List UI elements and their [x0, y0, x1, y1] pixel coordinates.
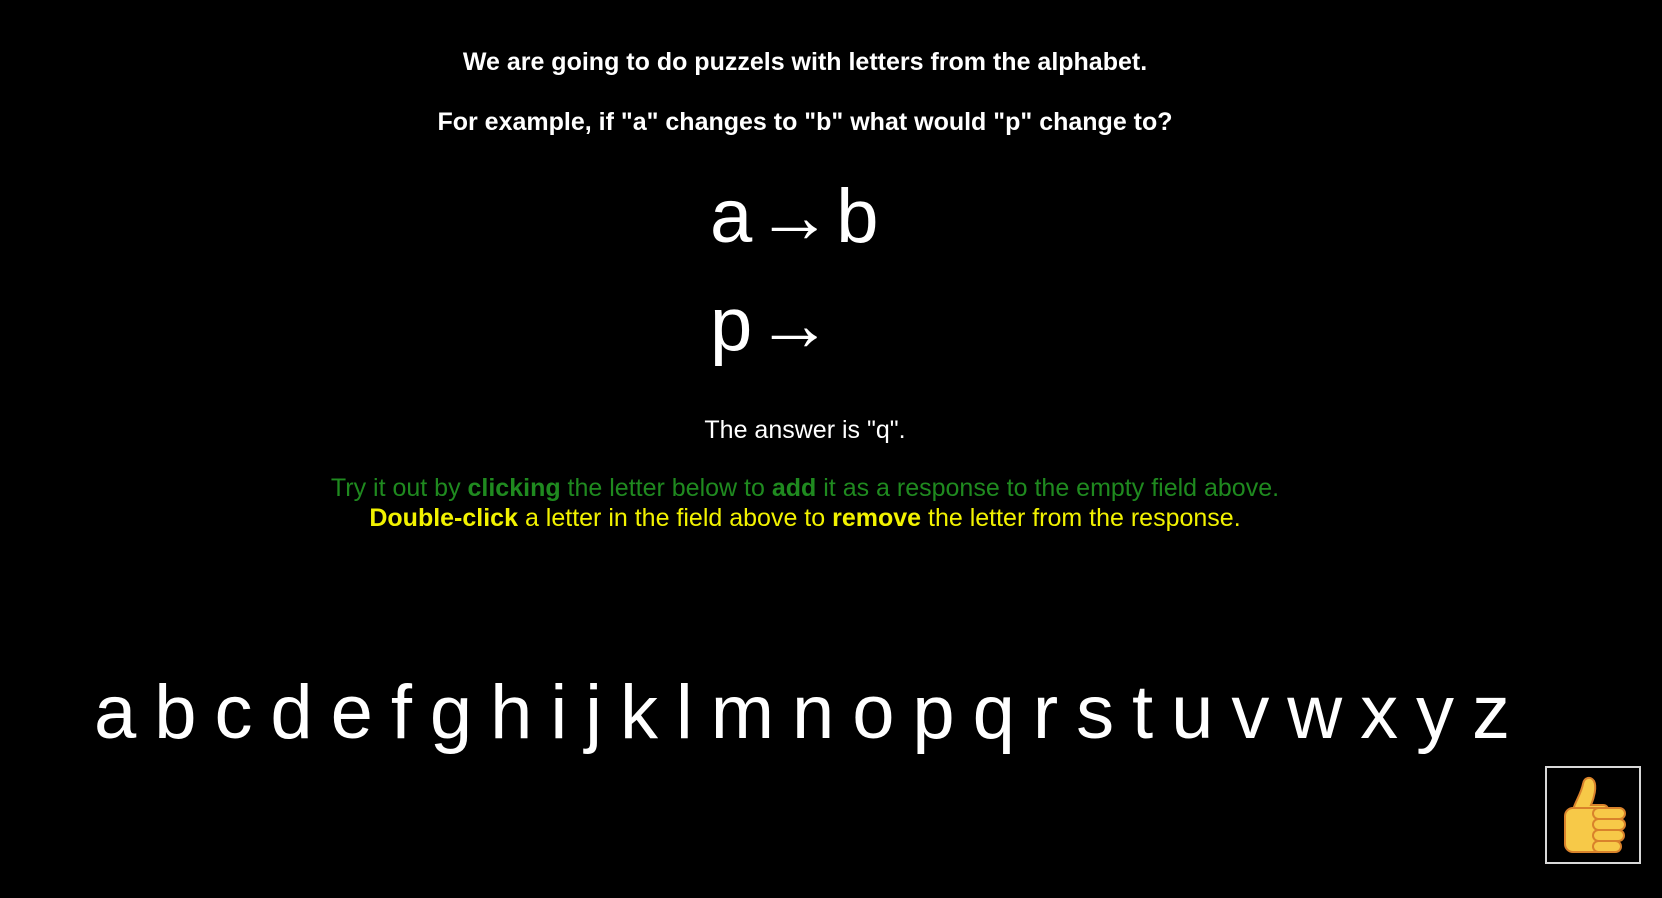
hint-add-text: Try it out by [330, 474, 468, 502]
example-row: a→b [710, 179, 879, 255]
hint-remove: Double-click a letter in the field above… [0, 504, 1610, 533]
letter-option-k[interactable]: k [618, 675, 660, 751]
letter-option-v[interactable]: v [1229, 675, 1271, 751]
example-source-letter: a [710, 174, 753, 259]
letter-option-o[interactable]: o [850, 675, 896, 751]
arrow-icon: → [756, 174, 833, 259]
letter-option-b[interactable]: b [152, 675, 198, 751]
letter-option-l[interactable]: l [674, 675, 695, 751]
hint-remove-bold: Double-click [369, 504, 518, 532]
hint-add-text: it as a response to the empty field abov… [816, 474, 1280, 502]
letter-option-z[interactable]: z [1470, 675, 1512, 751]
letter-option-c[interactable]: c [212, 675, 254, 751]
thumbs-up-button[interactable] [1545, 766, 1641, 864]
puzzle-stage: We are going to do puzzels with letters … [0, 0, 1662, 898]
letter-option-q[interactable]: q [971, 675, 1017, 751]
letter-option-h[interactable]: h [488, 675, 534, 751]
letter-option-g[interactable]: g [428, 675, 474, 751]
letter-option-i[interactable]: i [548, 675, 569, 751]
letter-option-r[interactable]: r [1031, 675, 1060, 751]
letter-option-e[interactable]: e [329, 675, 375, 751]
letter-option-p[interactable]: p [910, 675, 956, 751]
example-target-letter: b [836, 174, 879, 259]
response-field[interactable] [836, 287, 896, 363]
query-source-letter: p [710, 282, 753, 367]
hint-add-text: the letter below to [560, 474, 772, 502]
hint-remove-bold: remove [832, 504, 922, 532]
alphabet-picker: abcdefghijklmnopqrstuvwxyz [92, 675, 1512, 751]
letter-option-x[interactable]: x [1358, 675, 1400, 751]
arrow-icon: → [756, 282, 833, 367]
letter-option-t[interactable]: t [1130, 675, 1155, 751]
intro-line-1: We are going to do puzzels with letters … [462, 48, 1148, 76]
hint-add: Try it out by clicking the letter below … [0, 474, 1610, 503]
letter-option-j[interactable]: j [583, 675, 604, 751]
hint-remove-text: the letter from the response. [921, 504, 1241, 532]
hint-add-bold: clicking [467, 474, 561, 502]
thumbs-up-icon [1564, 776, 1626, 853]
letter-option-a[interactable]: a [92, 675, 138, 751]
letter-option-d[interactable]: d [268, 675, 314, 751]
letter-option-f[interactable]: f [389, 675, 414, 751]
letter-option-w[interactable]: w [1285, 675, 1344, 751]
answer-text: The answer is "q". [704, 416, 906, 444]
letter-option-n[interactable]: n [790, 675, 836, 751]
query-row: p→ [710, 287, 896, 363]
intro-line-2: For example, if "a" changes to "b" what … [437, 108, 1173, 136]
letter-option-m[interactable]: m [709, 675, 776, 751]
hint-add-bold: add [771, 474, 817, 502]
letter-option-u[interactable]: u [1169, 675, 1215, 751]
letter-option-y[interactable]: y [1414, 675, 1456, 751]
hint-remove-text: a letter in the field above to [518, 504, 833, 532]
letter-option-s[interactable]: s [1074, 675, 1116, 751]
